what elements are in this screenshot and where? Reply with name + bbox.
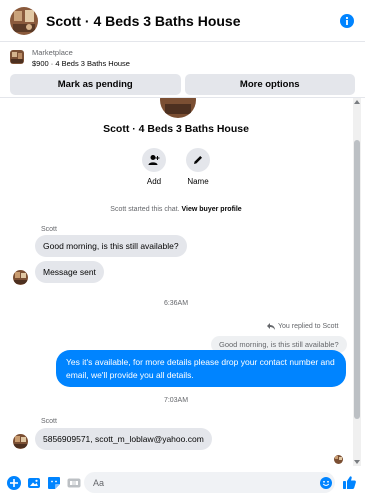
sender-name: Scott xyxy=(41,418,57,425)
marketplace-panel: Marketplace $900 · 4 Beds 3 Baths House … xyxy=(0,42,365,98)
info-icon[interactable] xyxy=(339,13,355,29)
incoming-message[interactable]: Good morning, is this still available? xyxy=(35,235,187,257)
profile-avatar xyxy=(160,98,196,118)
image-icon[interactable] xyxy=(26,475,42,491)
replied-indicator: You replied to Scott xyxy=(267,323,338,330)
sender-avatar xyxy=(13,434,28,449)
message-input[interactable] xyxy=(84,472,335,493)
replied-label: You replied to Scott xyxy=(278,323,339,330)
profile-title: Scott · 4 Beds 3 Baths House xyxy=(103,123,249,135)
sender-avatar xyxy=(13,270,28,285)
chat-scrollbar[interactable] xyxy=(353,98,361,466)
sender-name: Scott xyxy=(41,226,57,233)
scroll-up-arrow-icon[interactable] xyxy=(354,100,360,104)
mark-as-pending-button[interactable]: Mark as pending xyxy=(10,74,181,95)
chat-started-notice: Scott started this chat. View buyer prof… xyxy=(0,206,352,213)
gif-icon[interactable] xyxy=(66,475,82,491)
add-person-icon[interactable] xyxy=(142,148,166,172)
add-label: Add xyxy=(146,177,162,186)
marketplace-label: Marketplace xyxy=(32,48,73,57)
plus-icon[interactable] xyxy=(6,475,22,491)
more-options-button[interactable]: More options xyxy=(184,74,355,95)
listing-price-title: $900 · 4 Beds 3 Baths House xyxy=(32,59,130,68)
timestamp: 6:36AM xyxy=(163,300,189,307)
add-action[interactable]: Add xyxy=(139,148,169,186)
incoming-message[interactable]: Message sent xyxy=(35,261,104,283)
scroll-thumb[interactable] xyxy=(354,140,360,419)
message-list[interactable]: Scott · 4 Beds 3 Baths House Add Name Sc… xyxy=(0,98,352,466)
pencil-icon[interactable] xyxy=(186,148,210,172)
outgoing-message[interactable]: Yes it's available, for more details ple… xyxy=(56,350,346,387)
thumbs-up-icon[interactable] xyxy=(342,475,357,490)
chat-started-text: Scott started this chat. xyxy=(110,206,180,213)
contact-avatar[interactable] xyxy=(10,6,38,35)
marketplace-listing[interactable]: Marketplace $900 · 4 Beds 3 Baths House xyxy=(10,48,355,69)
chat-title[interactable]: Scott · 4 Beds 3 Baths House xyxy=(46,13,339,29)
profile-actions: Add Name xyxy=(0,148,352,186)
name-action[interactable]: Name xyxy=(183,148,213,186)
reply-arrow-icon xyxy=(267,323,275,330)
scroll-down-arrow-icon[interactable] xyxy=(354,460,360,464)
chat-header: Scott · 4 Beds 3 Baths House xyxy=(0,0,365,42)
seen-avatar xyxy=(334,455,343,464)
emoji-icon[interactable] xyxy=(320,476,332,489)
name-label: Name xyxy=(187,177,209,186)
listing-thumbnail xyxy=(10,50,24,64)
timestamp: 7:03AM xyxy=(163,397,189,404)
incoming-message[interactable]: 5856909571, scott_m_loblaw@yahoo.com xyxy=(35,428,212,450)
view-buyer-profile-link[interactable]: View buyer profile xyxy=(182,206,242,213)
sticker-icon[interactable] xyxy=(46,475,62,491)
